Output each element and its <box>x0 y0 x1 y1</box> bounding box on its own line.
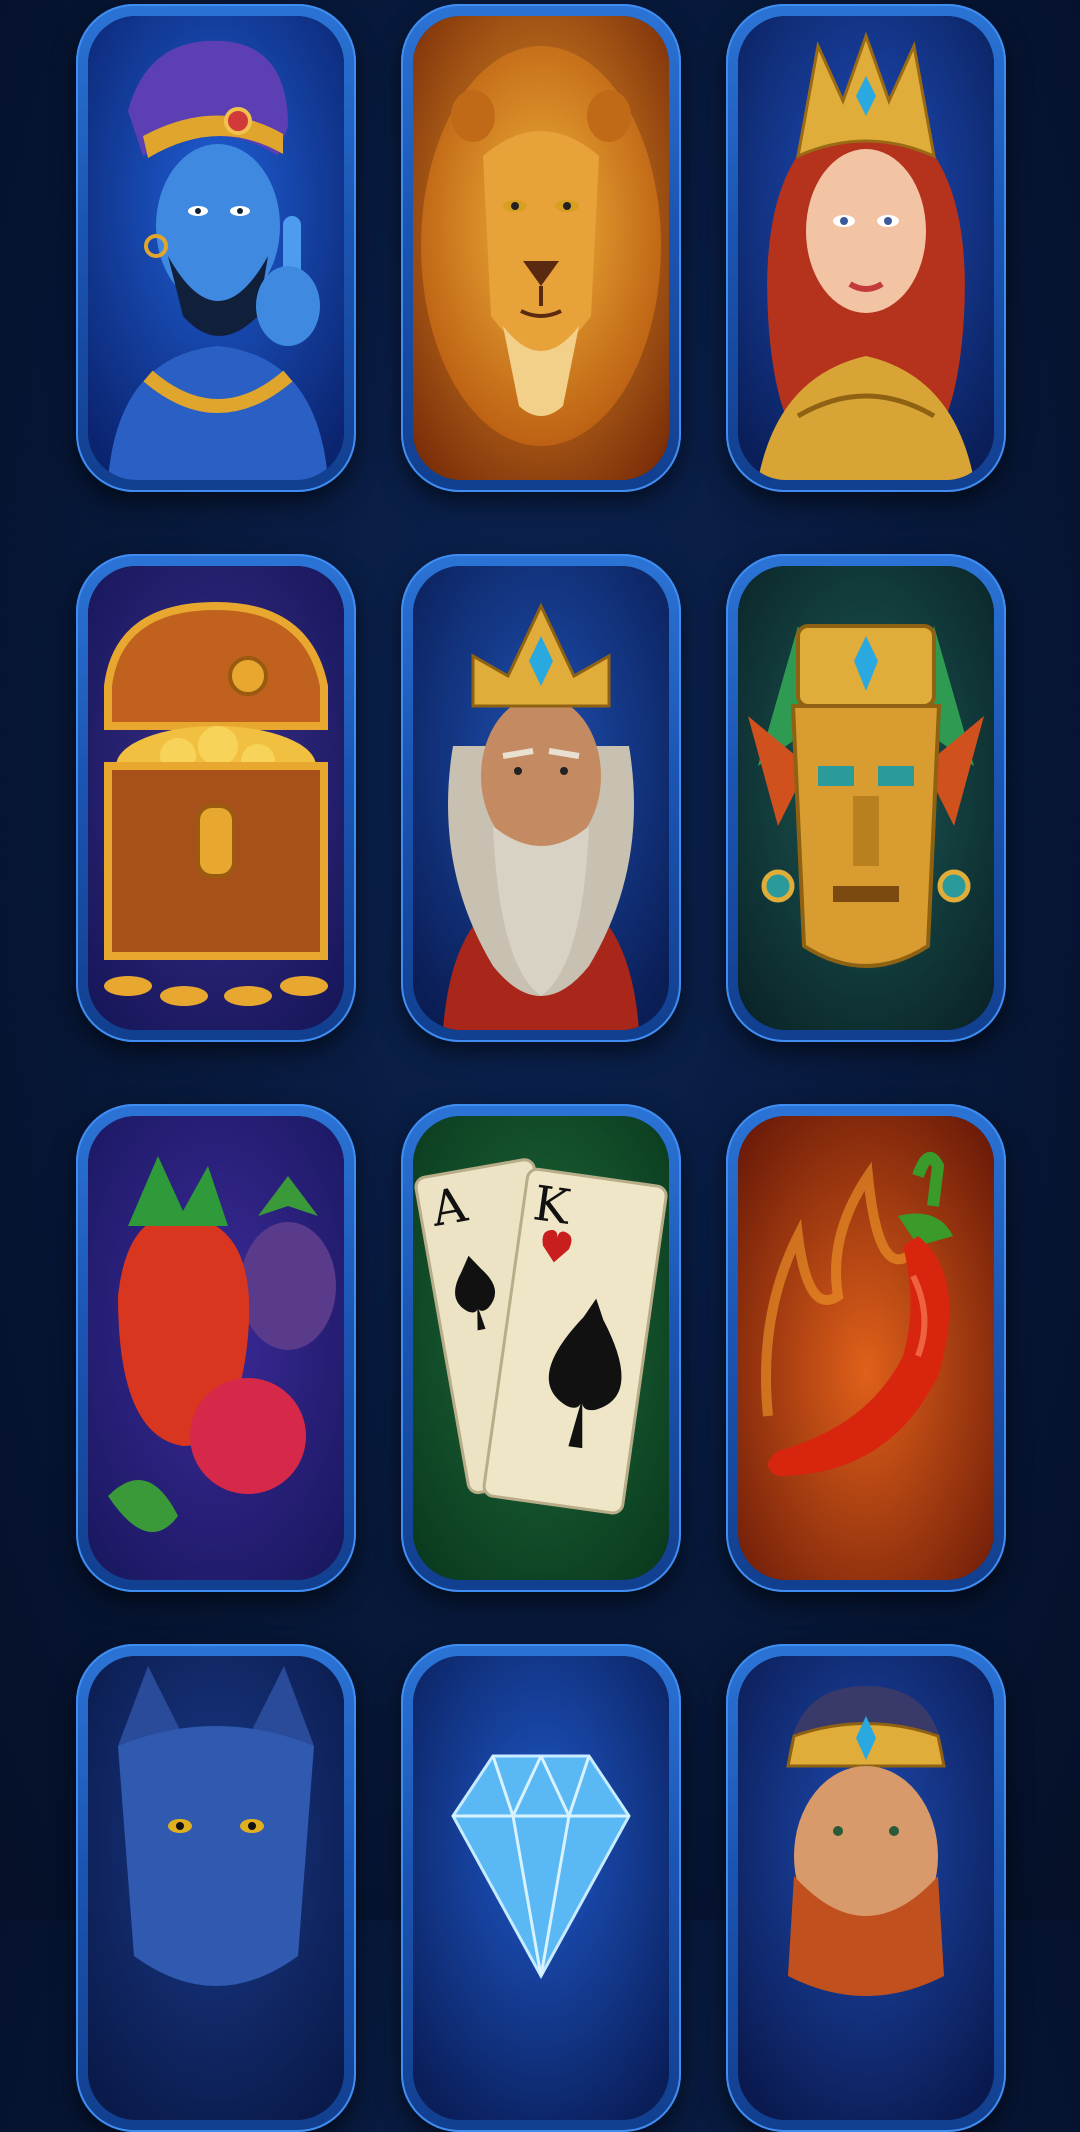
king-icon <box>413 566 669 1030</box>
aztec-mask-icon <box>738 566 994 1030</box>
wolf-icon <box>88 1656 344 2120</box>
playing-cards-icon: A K <box>413 1116 669 1580</box>
slot-tile-genie[interactable] <box>76 4 356 492</box>
slot-tile-chili-pepper[interactable] <box>726 1104 1006 1592</box>
genie-icon <box>88 16 344 480</box>
slot-tile-diamond[interactable] <box>401 1644 681 2132</box>
slot-tile-lion[interactable] <box>401 4 681 492</box>
slot-tile-treasure-chest[interactable] <box>76 554 356 1042</box>
warrior-queen-icon <box>738 16 994 480</box>
slot-tile-aztec-mask[interactable] <box>726 554 1006 1042</box>
chili-pepper-icon <box>738 1116 994 1580</box>
slot-tile-berries[interactable] <box>76 1104 356 1592</box>
berries-icon <box>88 1116 344 1580</box>
dwarf-icon <box>738 1656 994 2120</box>
slot-tile-playing-cards[interactable]: A K <box>401 1104 681 1592</box>
lion-icon <box>413 16 669 480</box>
treasure-chest-icon <box>88 566 344 1030</box>
slot-tile-wolf[interactable] <box>76 1644 356 2132</box>
diamond-icon <box>413 1656 669 2120</box>
slot-tile-dwarf[interactable] <box>726 1644 1006 2132</box>
slot-tile-warrior-queen[interactable] <box>726 4 1006 492</box>
slot-tile-king[interactable] <box>401 554 681 1042</box>
